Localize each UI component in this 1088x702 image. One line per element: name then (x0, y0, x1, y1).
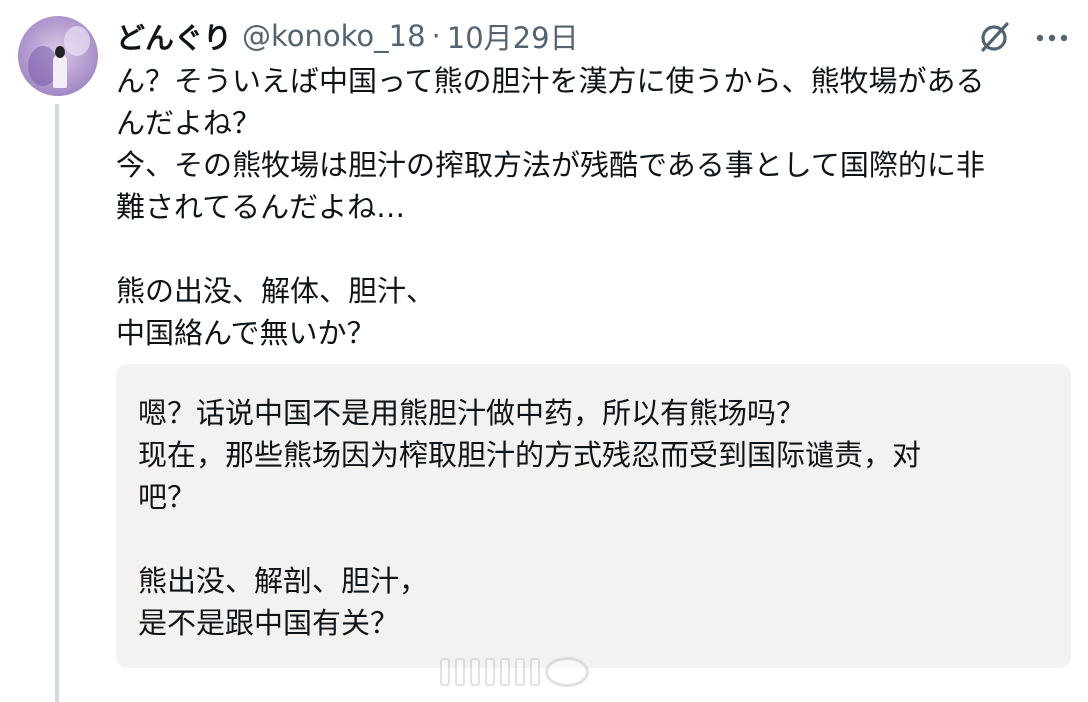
translation-text-line: 现在，那些熊场因为榨取胆汁的方式残忍而受到国际谴责，对 (138, 438, 922, 472)
tweet-text-line: 熊の出没、解体、胆汁、 (116, 274, 436, 308)
tweet-date[interactable]: 10月29日 (447, 15, 579, 57)
profile-avatar[interactable] (18, 16, 98, 96)
author-display-name[interactable]: どんぐり (116, 15, 232, 57)
tweet-text-line: 難されてるんだよね… (116, 190, 406, 224)
watermark-shape (440, 658, 450, 686)
watermark-shape (530, 658, 540, 686)
translation-box: 嗯？话说中国不是用熊胆汁做中药，所以有熊场吗？ 现在，那些熊场因为榨取胆汁的方式… (116, 364, 1071, 668)
translation-text-line: 吧？ (138, 480, 197, 514)
translation-text-line: 是不是跟中国有关？ (138, 606, 400, 640)
tweet-text-line: 今、その熊牧場は胆汁の搾取方法が残酷である事として国際的に非 (116, 148, 985, 182)
more-options-icon[interactable] (1030, 18, 1074, 56)
watermark-shape (455, 658, 465, 686)
tweet-text: ん？そういえば中国って熊の胆汁を漢方に使うから、熊牧場がある んだよね？ 今、そ… (116, 60, 1076, 354)
translation-text: 嗯？话说中国不是用熊胆汁做中药，所以有熊场吗？ 现在，那些熊场因为榨取胆汁的方式… (138, 392, 1038, 644)
watermark-logo (440, 652, 640, 692)
avatar-figure (53, 54, 67, 88)
tweet-header: どんぐり @konoko_18 · 10月29日 (116, 14, 579, 58)
tweet-text-line: んだよね？ (116, 106, 262, 140)
watermark-shape (515, 658, 525, 686)
header-separator: · (431, 19, 441, 53)
watermark-shape (545, 657, 589, 687)
tweet-text-line: 中国絡んで無いか？ (116, 316, 376, 350)
watermark-shape (485, 658, 495, 686)
avatar-shape (64, 26, 90, 56)
tweet[interactable]: どんぐり @konoko_18 · 10月29日 ん？そういえば中国って熊の胆汁… (0, 0, 1088, 702)
translation-text-line: 嗯？话说中国不是用熊胆汁做中药，所以有熊场吗？ (138, 396, 806, 430)
translation-text-line: 熊出没、解剖、胆汁， (138, 564, 429, 598)
author-handle[interactable]: @konoko_18 (242, 19, 426, 53)
watermark-shape (470, 658, 480, 686)
tweet-text-line: ん？そういえば中国って熊の胆汁を漢方に使うから、熊牧場がある (116, 64, 985, 98)
thread-connector-line (55, 104, 59, 702)
watermark-shape (500, 658, 510, 686)
grok-icon[interactable] (976, 18, 1014, 56)
avatar-figure-head (55, 46, 65, 58)
